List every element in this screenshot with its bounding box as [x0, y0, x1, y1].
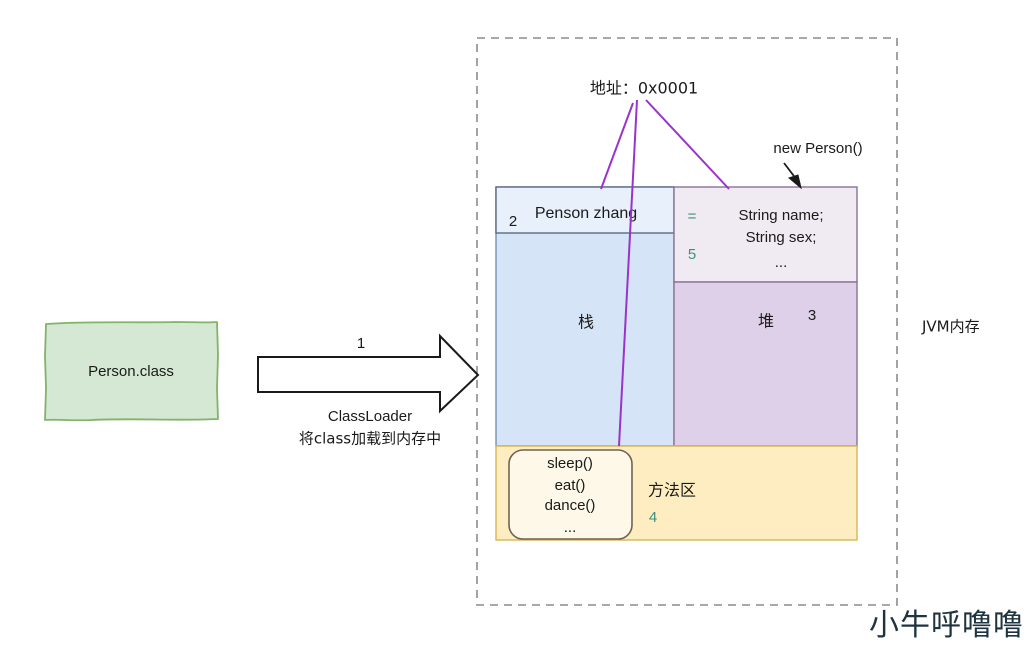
heap-field-0: String name;: [738, 207, 823, 224]
heap-field-2: ...: [775, 254, 788, 271]
assign-step-number: 5: [688, 246, 696, 263]
method-area-step-number: 4: [649, 509, 657, 526]
jvm-memory-diagram: JVM内存 Person.class 1 ClassLoader 将class加…: [0, 0, 1032, 650]
address-line-heap: [645, 99, 730, 190]
person-class-label: Person.class: [88, 363, 174, 380]
new-person-label: new Person(): [773, 140, 862, 157]
method-1: eat(): [555, 477, 586, 494]
jvm-memory-label: JVM内存: [921, 318, 980, 336]
method-0: sleep(): [547, 455, 593, 472]
method-2: dance(): [545, 497, 596, 514]
stack-step-number: 2: [509, 213, 517, 230]
diagram-canvas: JVM内存 Person.class 1 ClassLoader 将class加…: [44, 37, 1024, 643]
stack-frame-label: Penson zhang: [535, 205, 637, 222]
classloader-caption-line1: ClassLoader: [328, 408, 412, 425]
classloader-arrow: [257, 333, 480, 414]
classloader-caption-line2: 将class加载到内存中: [299, 430, 441, 448]
new-person-arrow: [783, 162, 802, 190]
address-annotation-label: 地址：0x0001: [590, 79, 698, 98]
heap-region: [673, 281, 858, 447]
classloader-step-number: 1: [357, 335, 365, 352]
address-line-left: [600, 102, 634, 190]
heap-region-label: 堆: [758, 312, 774, 331]
method-3: ...: [564, 519, 577, 536]
watermark: 小牛呼噜噜: [869, 608, 1024, 643]
assign-symbol: =: [688, 208, 697, 225]
method-area-label: 方法区: [648, 481, 696, 500]
heap-field-1: String sex;: [746, 229, 817, 246]
heap-step-number: 3: [808, 307, 816, 324]
stack-region-label: 栈: [578, 313, 594, 332]
